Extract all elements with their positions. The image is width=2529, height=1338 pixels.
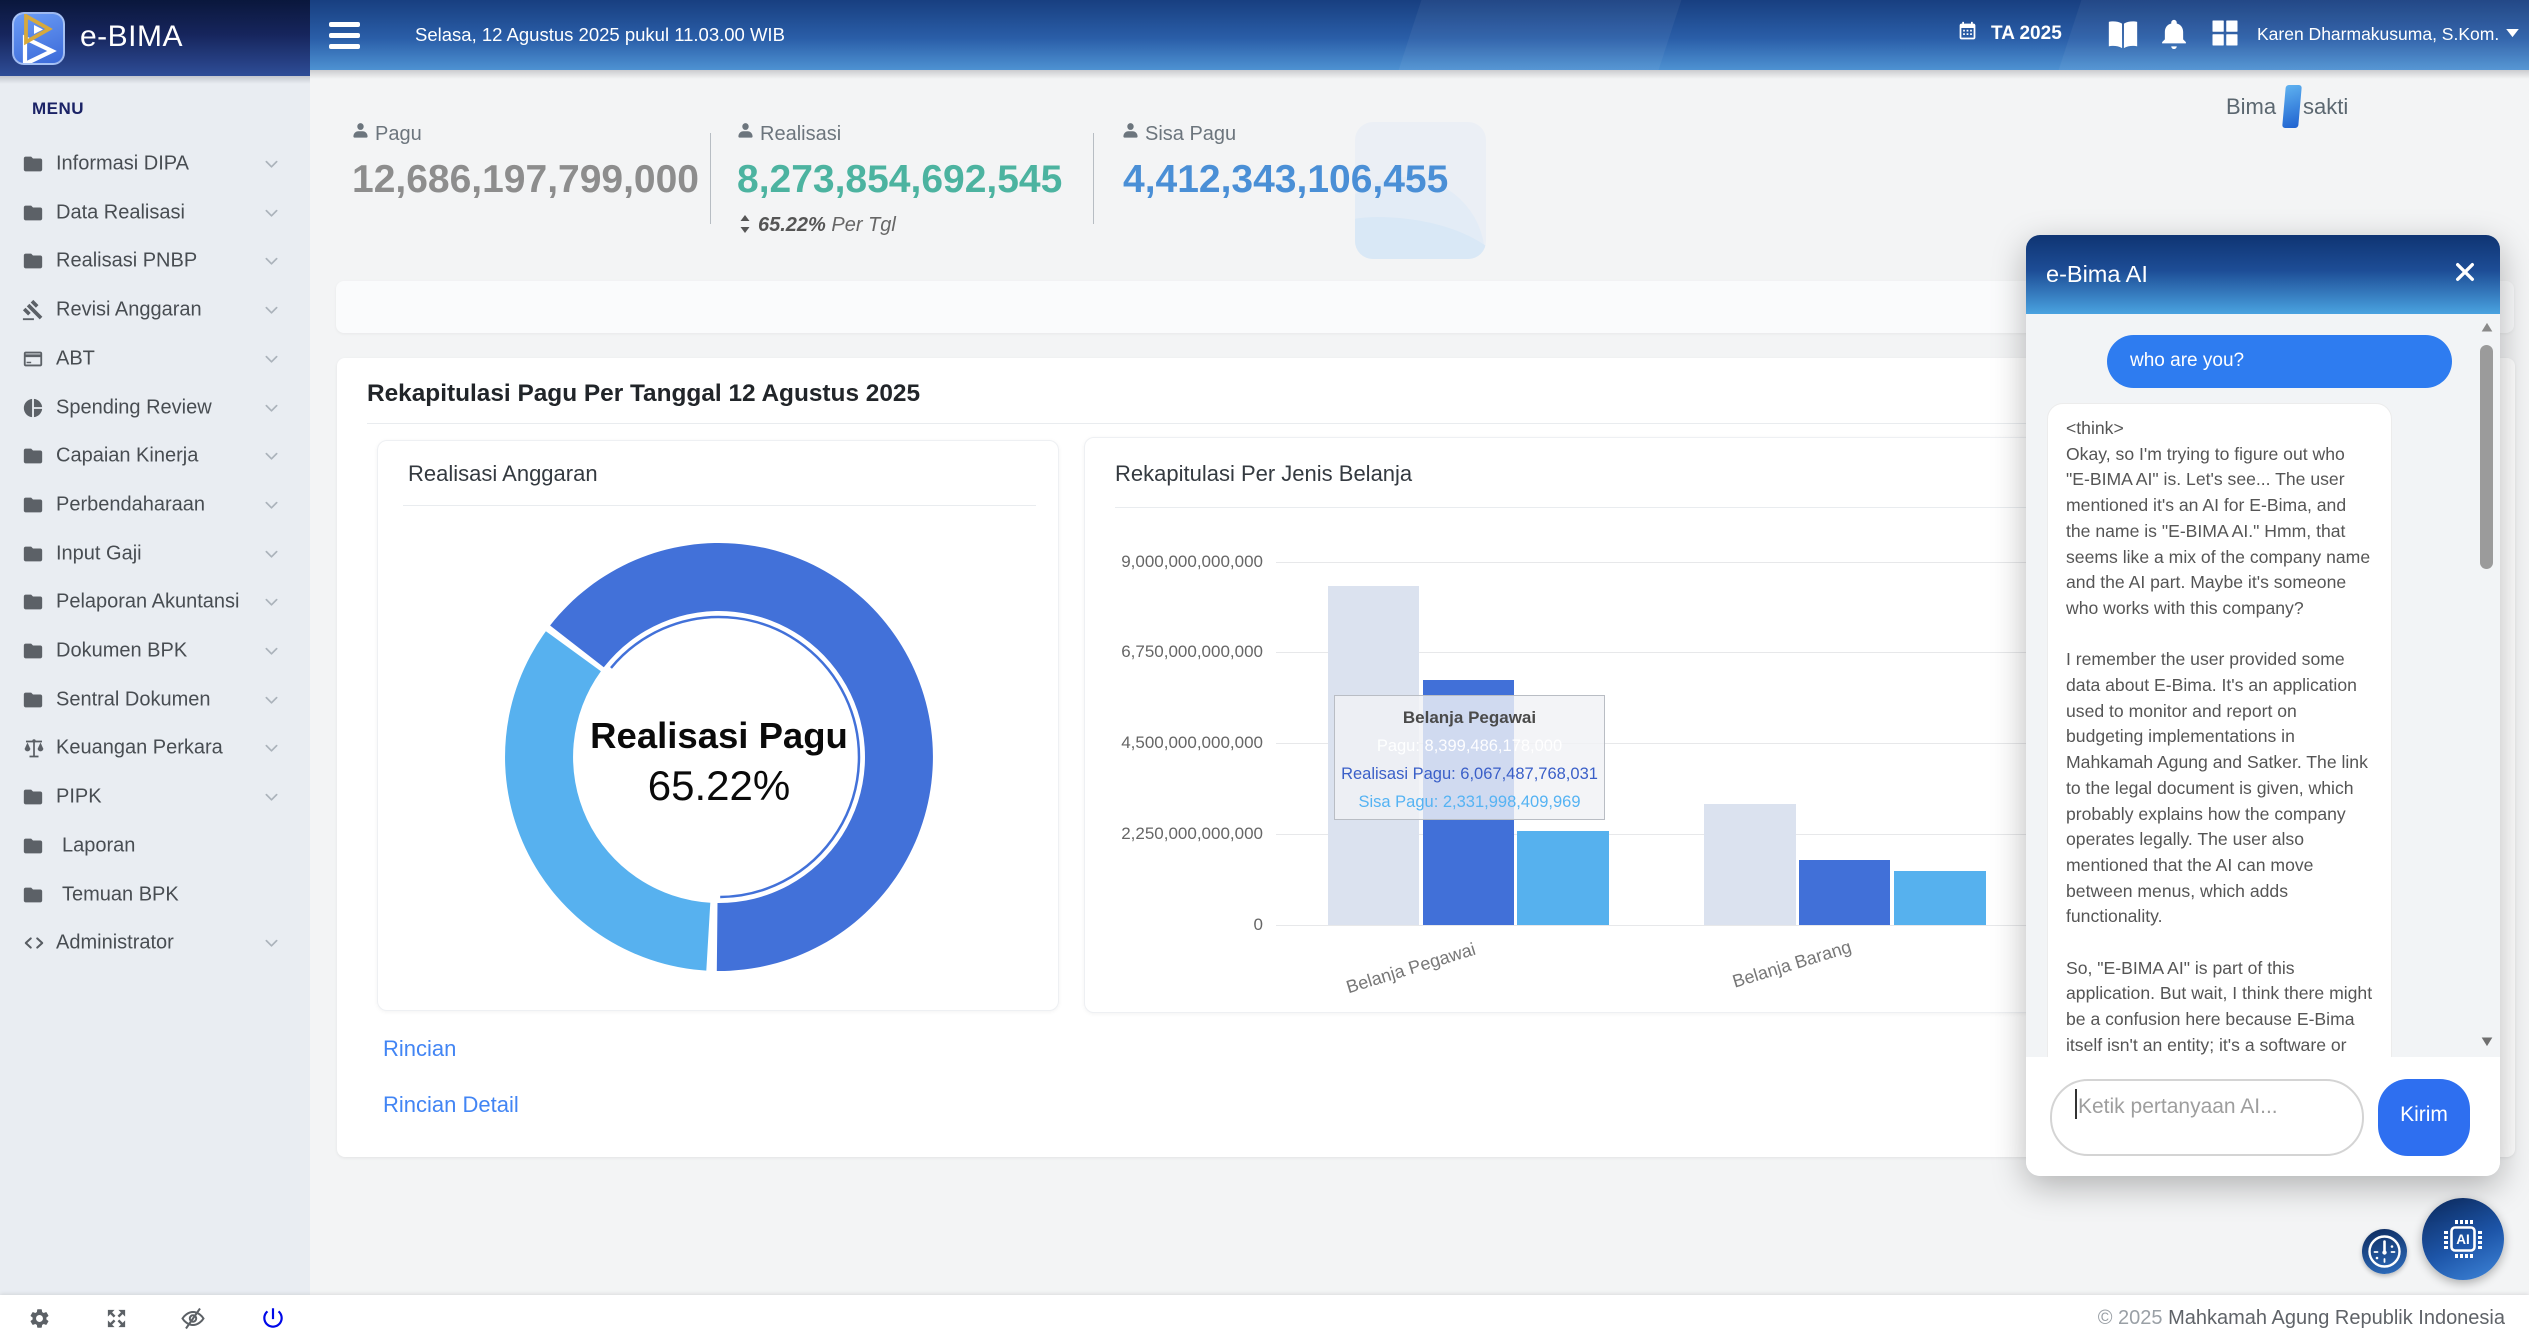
svg-text:AI: AI xyxy=(2456,1232,2470,1247)
